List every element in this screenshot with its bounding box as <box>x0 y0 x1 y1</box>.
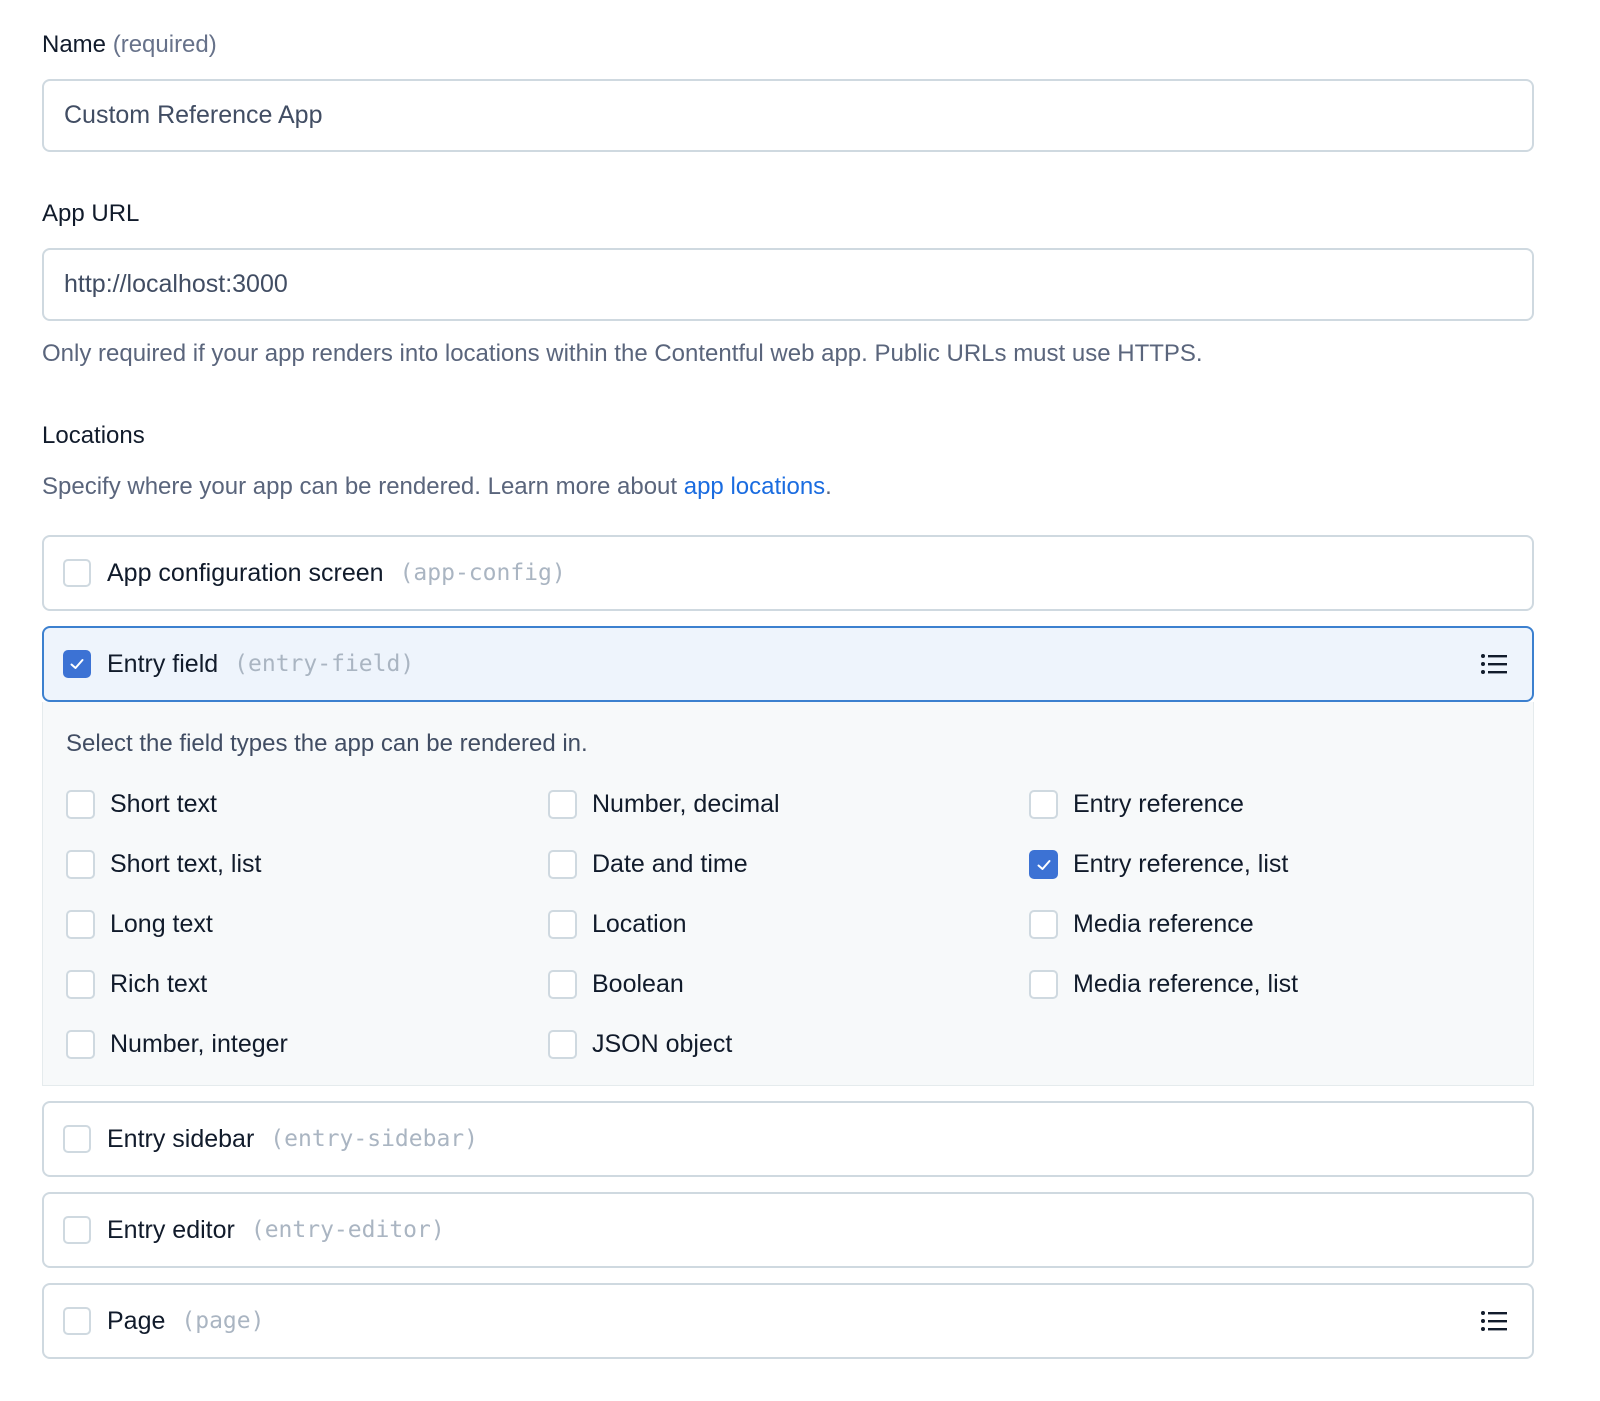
field-type-checkbox[interactable] <box>548 790 577 819</box>
field-type-option[interactable]: Long text <box>66 910 213 939</box>
field-type-label: Media reference, list <box>1073 970 1299 998</box>
field-type-option[interactable]: Media reference <box>1029 910 1254 939</box>
field-type-label: Date and time <box>592 850 748 878</box>
app-url-help: Only required if your app renders into l… <box>42 340 1203 367</box>
field-type-option[interactable]: Date and time <box>548 850 748 879</box>
field-type-option[interactable]: JSON object <box>548 1030 732 1059</box>
location-entry-sidebar[interactable]: Entry sidebar (entry-sidebar) <box>42 1101 1534 1177</box>
field-type-checkbox[interactable] <box>548 1030 577 1059</box>
locations-help: Specify where your app can be rendered. … <box>42 473 832 501</box>
name-input-value: Custom Reference App <box>64 101 323 129</box>
name-label-text: Name <box>42 31 107 58</box>
field-type-option[interactable]: Number, integer <box>66 1030 288 1059</box>
location-name: Entry field <box>107 649 219 678</box>
field-type-label: Long text <box>110 910 213 938</box>
location-entry-field[interactable]: Entry field (entry-field) <box>42 626 1534 702</box>
field-type-checkbox[interactable] <box>66 790 95 819</box>
field-type-option[interactable]: Short text <box>66 790 217 819</box>
location-checkbox[interactable] <box>63 1125 91 1153</box>
field-type-option[interactable]: Short text, list <box>66 850 261 879</box>
name-input[interactable]: Custom Reference App <box>42 79 1534 152</box>
field-type-option[interactable]: Media reference, list <box>1029 970 1298 999</box>
app-url-input[interactable]: http://localhost:3000 <box>42 248 1534 321</box>
field-type-label: Short text, list <box>110 850 262 878</box>
location-checkbox[interactable] <box>63 1216 91 1244</box>
app-locations-link[interactable]: app locations <box>684 473 825 500</box>
name-label: Name (required) <box>42 31 217 59</box>
location-code: (app-config) <box>399 560 566 586</box>
field-type-label: Number, decimal <box>592 790 780 818</box>
field-type-label: Boolean <box>592 970 684 998</box>
field-type-checkbox[interactable] <box>548 850 577 879</box>
required-hint: (required) <box>112 31 217 58</box>
field-type-option[interactable]: Rich text <box>66 970 207 999</box>
location-page[interactable]: Page (page) <box>42 1283 1534 1359</box>
field-type-checkbox-checked[interactable] <box>1029 850 1058 879</box>
field-type-checkbox[interactable] <box>548 970 577 999</box>
field-type-label: Short text <box>110 790 217 818</box>
locations-help-suffix: . <box>825 473 832 500</box>
list-icon[interactable] <box>1480 653 1508 675</box>
checkmark-icon <box>1037 859 1050 870</box>
locations-help-text: Specify where your app can be rendered. … <box>42 473 684 500</box>
location-name: Entry editor <box>107 1215 235 1244</box>
field-type-option[interactable]: Boolean <box>548 970 684 999</box>
field-type-option[interactable]: Location <box>548 910 687 939</box>
field-type-checkbox[interactable] <box>66 1030 95 1059</box>
field-type-label: Rich text <box>110 970 208 998</box>
field-type-option[interactable]: Entry reference, list <box>1029 850 1288 879</box>
field-type-checkbox[interactable] <box>1029 790 1058 819</box>
field-types-panel: Select the field types the app can be re… <box>42 702 1534 1086</box>
location-entry-editor[interactable]: Entry editor (entry-editor) <box>42 1192 1534 1268</box>
field-type-label: Entry reference <box>1073 790 1244 818</box>
field-type-label: Media reference <box>1073 910 1254 938</box>
location-code: (entry-editor) <box>250 1217 445 1243</box>
field-types-intro: Select the field types the app can be re… <box>66 730 588 757</box>
location-name: Page <box>107 1306 166 1335</box>
location-checkbox[interactable] <box>63 1307 91 1335</box>
field-type-option[interactable]: Number, decimal <box>548 790 780 819</box>
field-type-checkbox[interactable] <box>1029 970 1058 999</box>
location-code: (page) <box>181 1308 265 1334</box>
location-app-config[interactable]: App configuration screen (app-config) <box>42 535 1534 611</box>
field-type-checkbox[interactable] <box>1029 910 1058 939</box>
field-type-checkbox[interactable] <box>66 850 95 879</box>
location-checkbox[interactable] <box>63 559 91 587</box>
app-url-label: App URL <box>42 200 140 227</box>
location-checkbox-checked[interactable] <box>63 650 91 678</box>
locations-title: Locations <box>42 422 145 449</box>
field-type-label: Number, integer <box>110 1030 288 1058</box>
app-url-input-value: http://localhost:3000 <box>64 270 288 298</box>
location-name: App configuration screen <box>107 558 384 587</box>
location-code: (entry-sidebar) <box>270 1126 479 1152</box>
checkmark-icon <box>70 659 84 669</box>
location-name: Entry sidebar <box>107 1124 255 1153</box>
field-type-checkbox[interactable] <box>548 910 577 939</box>
field-type-label: Location <box>592 910 687 938</box>
field-type-label: JSON object <box>592 1030 733 1058</box>
field-type-label: Entry reference, list <box>1073 850 1289 878</box>
field-type-option[interactable]: Entry reference <box>1029 790 1244 819</box>
field-type-checkbox[interactable] <box>66 910 95 939</box>
field-type-checkbox[interactable] <box>66 970 95 999</box>
list-icon[interactable] <box>1480 1310 1508 1332</box>
location-code: (entry-field) <box>234 651 415 677</box>
